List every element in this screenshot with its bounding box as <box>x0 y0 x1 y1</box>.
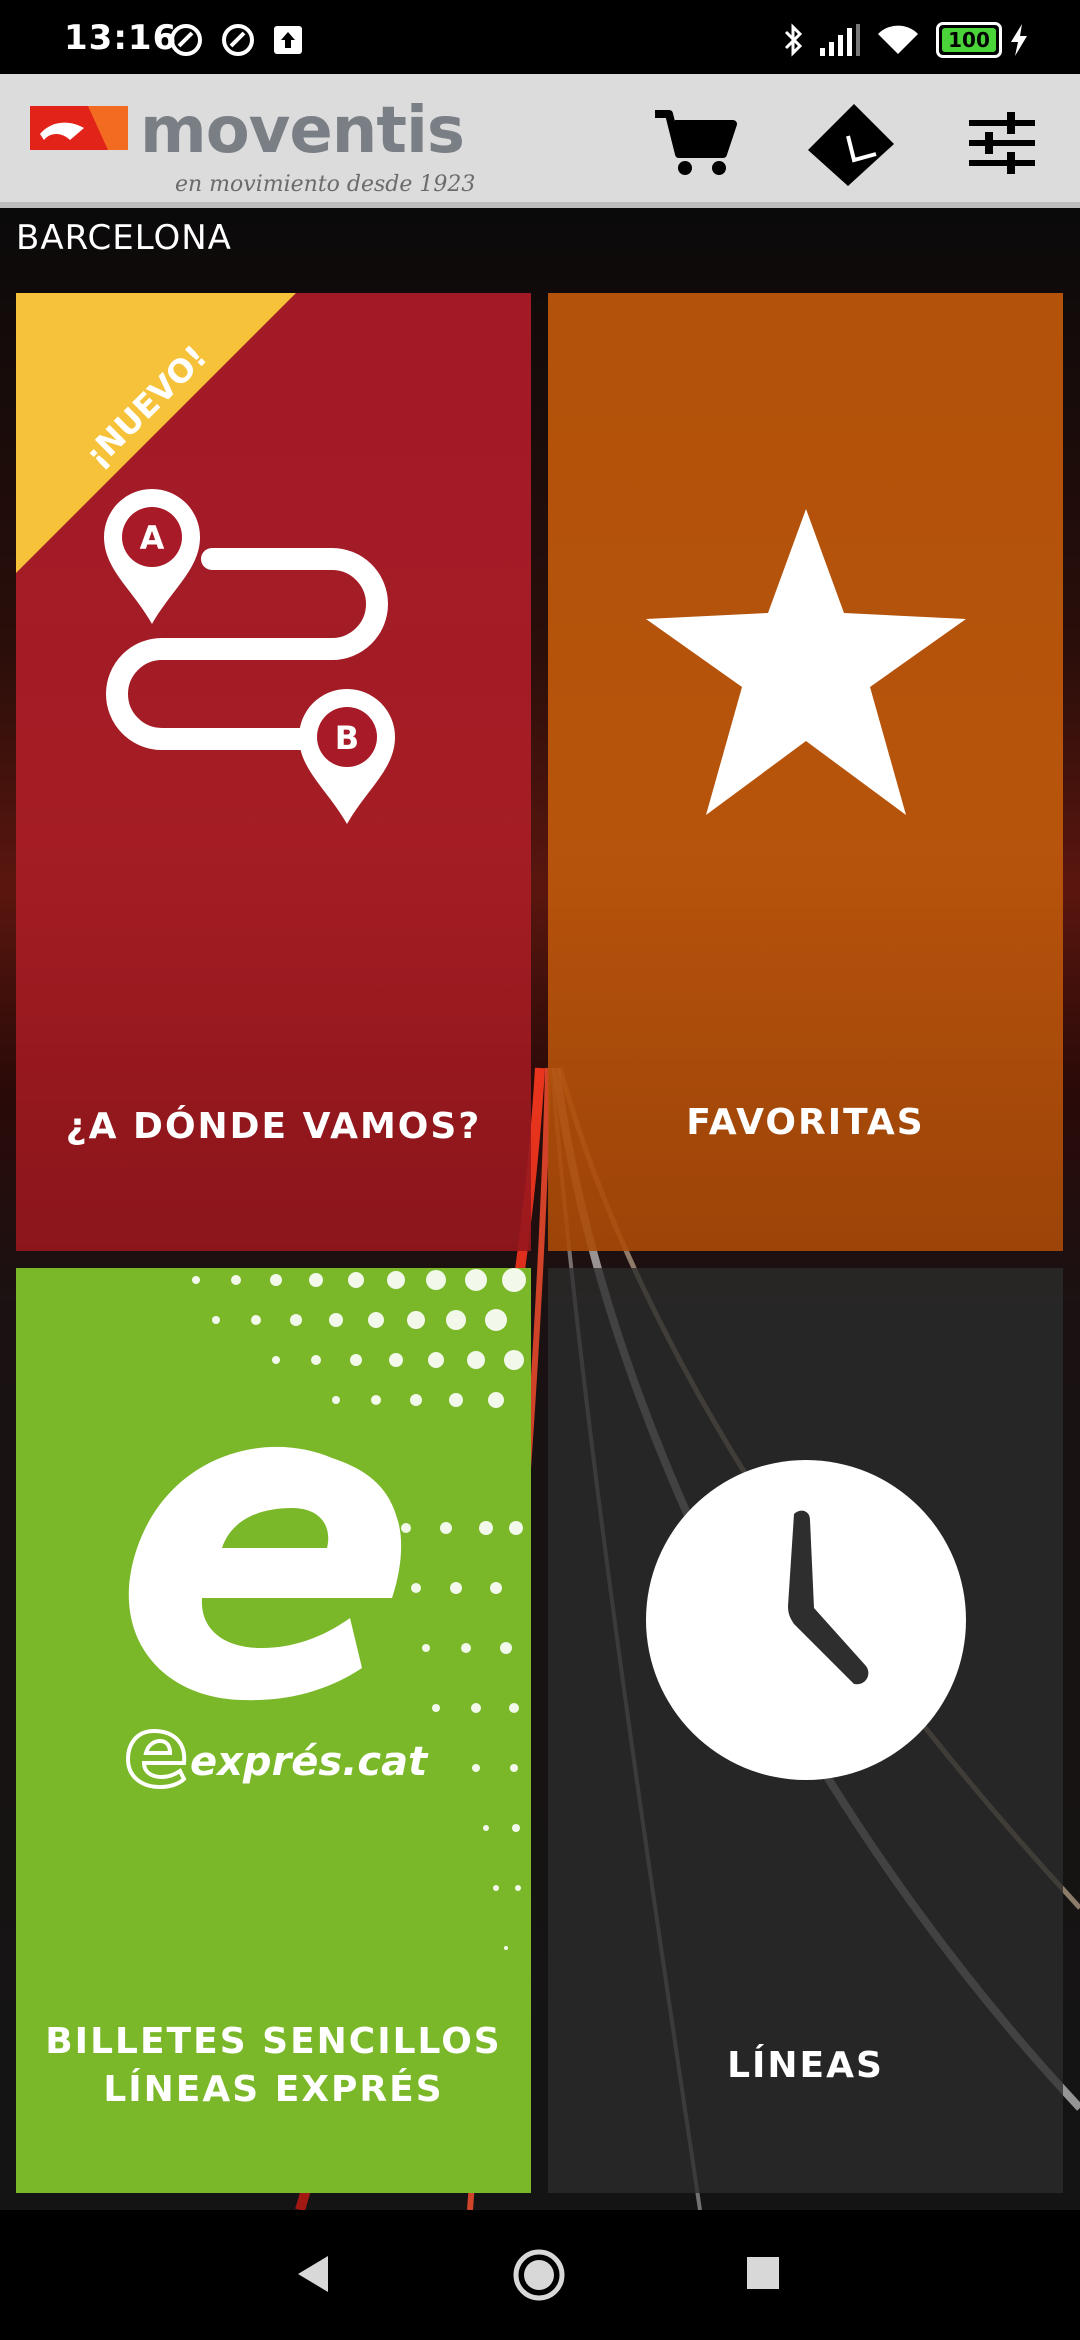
system-nav-bar <box>0 2210 1080 2340</box>
svg-text:A: A <box>140 519 165 557</box>
tickets-button[interactable] <box>800 98 900 188</box>
tile-favorites[interactable]: FAVORITAS <box>548 293 1063 1251</box>
tile-label-express-line2: LÍNEAS EXPRÉS <box>103 2069 444 2110</box>
tile-express-tickets[interactable]: exprés.cat BILLETES SENCILLOS LÍNEAS EXP… <box>16 1268 531 2193</box>
back-icon[interactable] <box>296 2254 330 2294</box>
app-header: moventis en movimiento desde 1923 <box>0 74 1080 208</box>
recents-icon[interactable] <box>746 2256 780 2290</box>
status-bar: 13:16 100 <box>0 0 1080 74</box>
tile-label-express-line1: BILLETES SENCILLOS <box>45 2021 502 2062</box>
brand-name: moventis <box>140 94 465 168</box>
cart-button[interactable] <box>645 98 745 188</box>
status-time: 13:16 <box>64 18 178 58</box>
battery-indicator: 100 <box>936 22 1002 58</box>
wifi-icon <box>878 25 918 54</box>
tile-label-favorites: FAVORITAS <box>686 1102 925 1143</box>
tile-label-lines: LÍNEAS <box>727 2045 884 2086</box>
city-label: BARCELONA <box>16 218 232 258</box>
route-a-b-icon: A B <box>104 489 395 824</box>
settings-button[interactable] <box>952 98 1052 188</box>
ticket-icon <box>808 104 894 186</box>
logo-mark-icon <box>30 106 128 150</box>
svg-text:B: B <box>335 719 359 757</box>
settings-sliders-icon <box>969 112 1035 174</box>
home-icon[interactable] <box>512 2248 566 2302</box>
tile-lines[interactable]: LÍNEAS <box>548 1268 1063 2193</box>
upload-icon <box>274 26 302 54</box>
tile-label-where-to-go: ¿A DÓNDE VAMOS? <box>65 1106 482 1147</box>
sync-icon-2 <box>222 24 254 56</box>
star-icon <box>646 509 966 815</box>
express-cat-logo: exprés.cat <box>126 1728 429 1790</box>
cart-icon <box>655 110 737 175</box>
signal-icon <box>820 24 860 56</box>
clock-icon <box>646 1460 966 1780</box>
tile-where-to-go[interactable]: ¡NUEVO! A B ¿A DÓNDE VAMOS? <box>16 293 531 1251</box>
charging-icon <box>1011 24 1027 56</box>
tile-label-express-tickets: BILLETES SENCILLOS LÍNEAS EXPRÉS <box>16 2018 531 2114</box>
bluetooth-icon <box>784 23 803 57</box>
svg-text:exprés.cat: exprés.cat <box>190 1739 429 1785</box>
express-e-icon <box>128 1446 402 1701</box>
brand-tagline: en movimiento desde 1923 <box>175 172 476 197</box>
moventis-logo: moventis en movimiento desde 1923 <box>30 94 475 197</box>
sync-icon <box>170 24 202 56</box>
